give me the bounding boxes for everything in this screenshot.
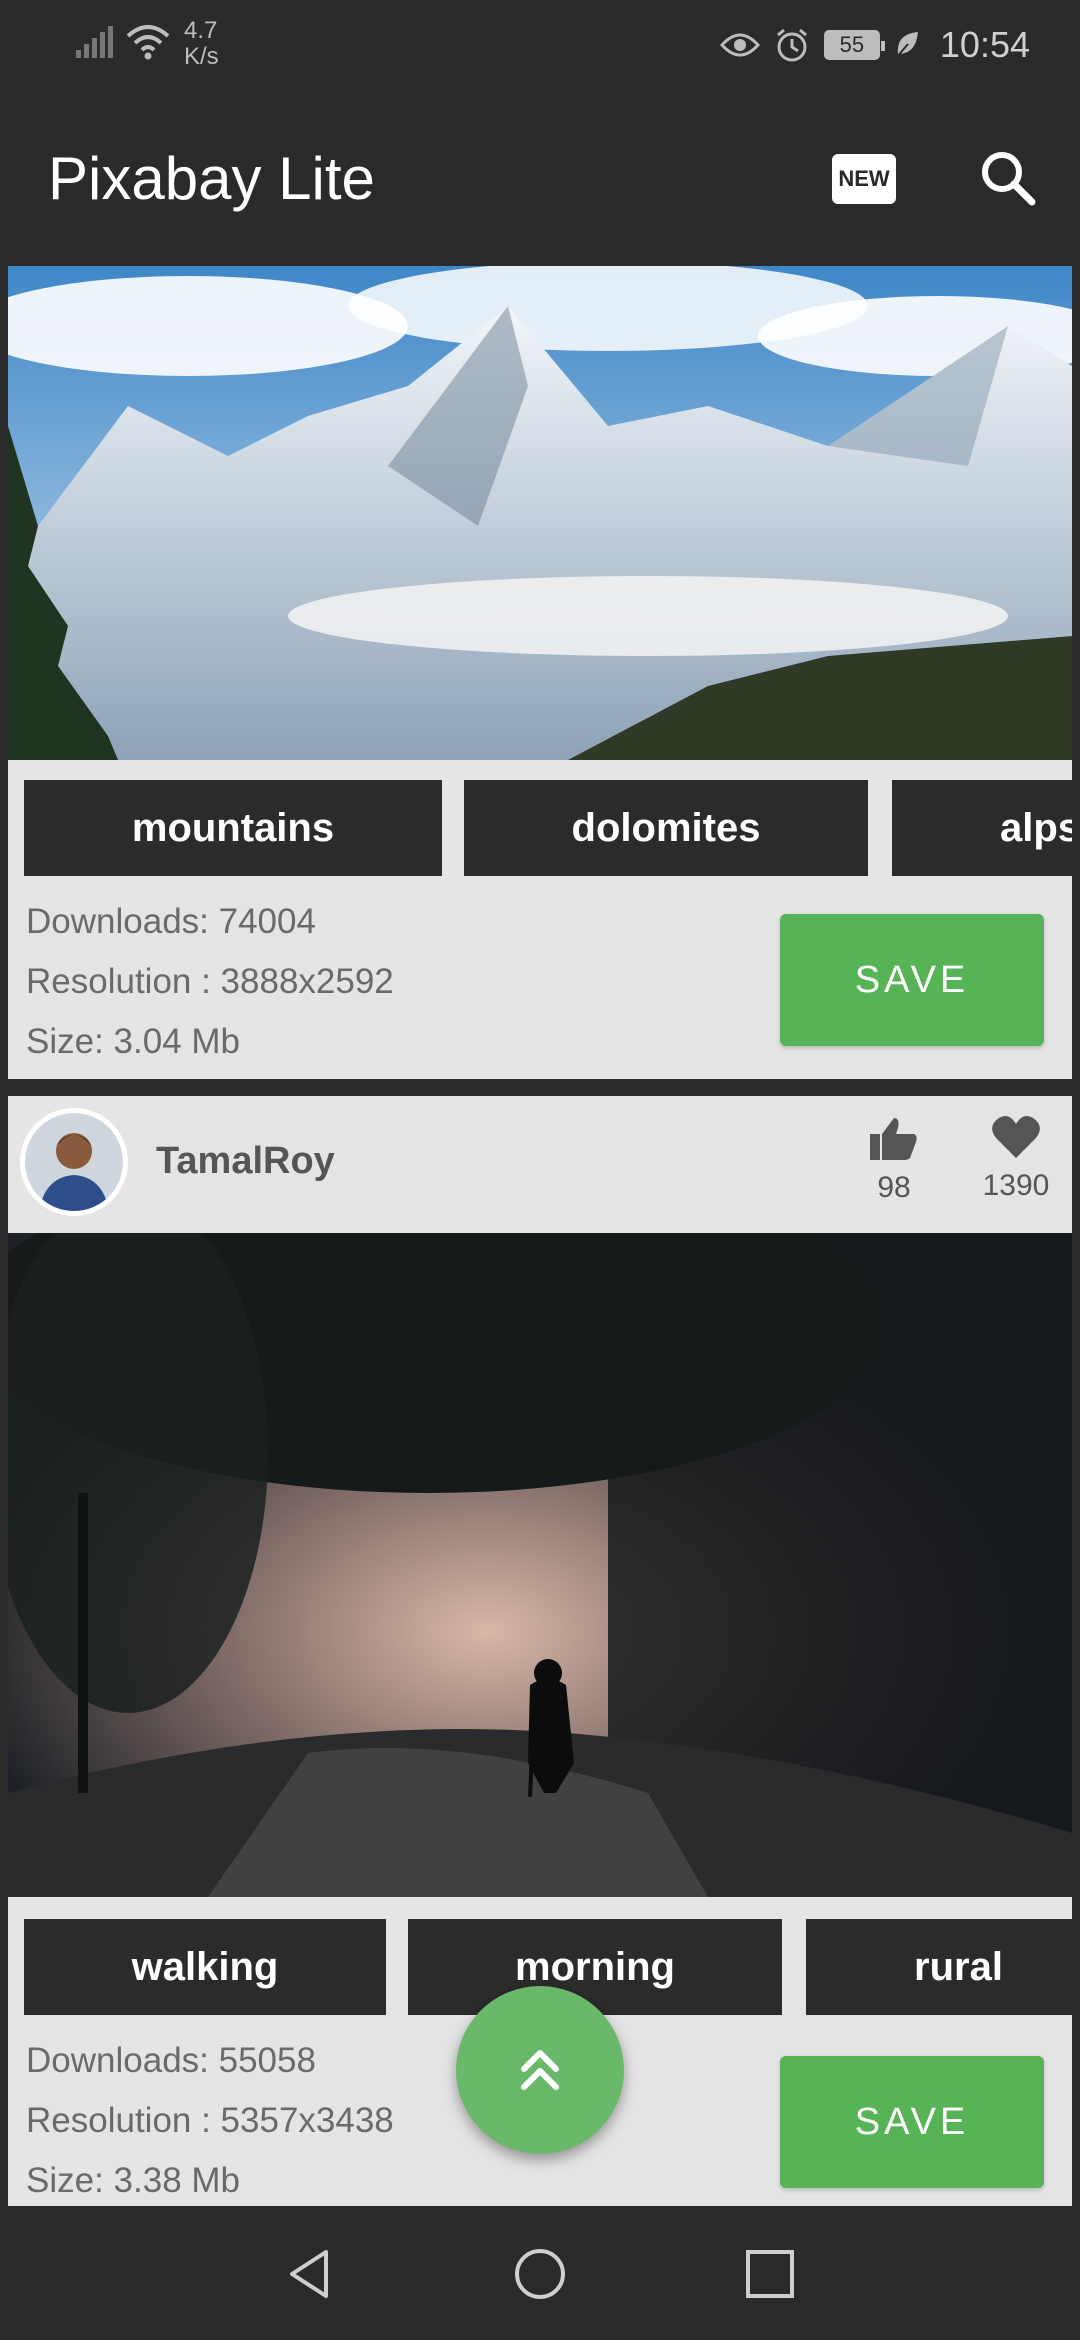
tag-row: mountains dolomites alps: [8, 780, 1072, 878]
eye-icon: [719, 33, 760, 57]
forest-road-image: [8, 1233, 1072, 1897]
likes-stat[interactable]: 98: [844, 1114, 944, 1205]
avatar[interactable]: [20, 1108, 128, 1216]
tag-chip[interactable]: mountains: [24, 780, 442, 876]
username[interactable]: TamalRoy: [156, 1140, 335, 1183]
avatar-image: [25, 1113, 123, 1211]
downloads-count: Downloads: 74004: [26, 902, 316, 941]
status-bar: 4.7 K/s 55 10:54: [0, 0, 1080, 96]
favorites-count: 1390: [982, 1169, 1050, 1202]
system-nav-bar: [0, 2206, 1080, 2340]
network-speed-value: 4.7: [184, 17, 218, 44]
favorites-stat[interactable]: 1390: [966, 1114, 1066, 1203]
scroll-to-top-button[interactable]: [456, 1986, 624, 2154]
resolution-text: Resolution : 3888x2592: [26, 962, 394, 1001]
resolution-text: Resolution : 5357x3438: [26, 2101, 394, 2140]
app-bar: Pixabay Lite NEW: [0, 96, 1080, 266]
downloads-count: Downloads: 55058: [26, 2041, 316, 2080]
tag-chip[interactable]: walking: [24, 1919, 386, 2015]
status-left: 4.7 K/s: [76, 18, 219, 70]
heart-icon: [992, 1116, 1040, 1158]
battery-level: 55: [839, 32, 865, 57]
back-triangle-icon: [290, 2250, 328, 2298]
status-right: 55 10:54: [719, 24, 1030, 66]
back-button[interactable]: [282, 2246, 338, 2302]
image-card: mountains dolomites alps Downloads: 7400…: [8, 266, 1072, 1079]
battery-icon: 55: [823, 30, 885, 60]
new-button[interactable]: NEW: [832, 154, 896, 204]
image-info: Downloads: 55058 Resolution : 5357x3438 …: [26, 2031, 394, 2206]
thumbs-up-icon: [870, 1118, 917, 1160]
recents-square-icon: [746, 2250, 794, 2298]
new-badge-icon: NEW: [838, 166, 890, 191]
double-chevron-up-icon: [521, 2050, 559, 2090]
mountain-image: [8, 266, 1072, 760]
save-button[interactable]: SAVE: [780, 914, 1044, 1046]
tag-chip[interactable]: morning: [408, 1919, 782, 2015]
image-info: Downloads: 74004 Resolution : 3888x2592 …: [26, 892, 394, 1072]
clock: 10:54: [939, 24, 1030, 65]
search-button[interactable]: [976, 146, 1040, 210]
wifi-icon: [126, 25, 170, 60]
home-button[interactable]: [512, 2246, 568, 2302]
image-feed[interactable]: mountains dolomites alps Downloads: 7400…: [0, 266, 1080, 2206]
search-icon: [982, 152, 1036, 206]
save-button[interactable]: SAVE: [780, 2056, 1044, 2188]
size-text: Size: 3.04 Mb: [26, 1022, 240, 1061]
user-row: TamalRoy 98 1390: [8, 1096, 1072, 1233]
size-text: Size: 3.38 Mb: [26, 2161, 240, 2200]
network-speed: 4.7 K/s: [184, 18, 219, 70]
alarm-icon: [776, 28, 807, 62]
app-title: Pixabay Lite: [48, 145, 375, 212]
forest-road-photo[interactable]: [8, 1233, 1072, 1897]
tag-chip[interactable]: dolomites: [464, 780, 868, 876]
tag-chip[interactable]: rural: [806, 1919, 1072, 2015]
tag-chip[interactable]: alps: [892, 780, 1072, 876]
leaf-icon: [895, 32, 918, 59]
signal-icon: [76, 26, 113, 58]
recents-button[interactable]: [742, 2246, 798, 2302]
mountain-photo[interactable]: [8, 266, 1072, 760]
likes-count: 98: [877, 1171, 911, 1204]
network-speed-unit: K/s: [184, 43, 219, 70]
home-circle-icon: [515, 2249, 565, 2299]
